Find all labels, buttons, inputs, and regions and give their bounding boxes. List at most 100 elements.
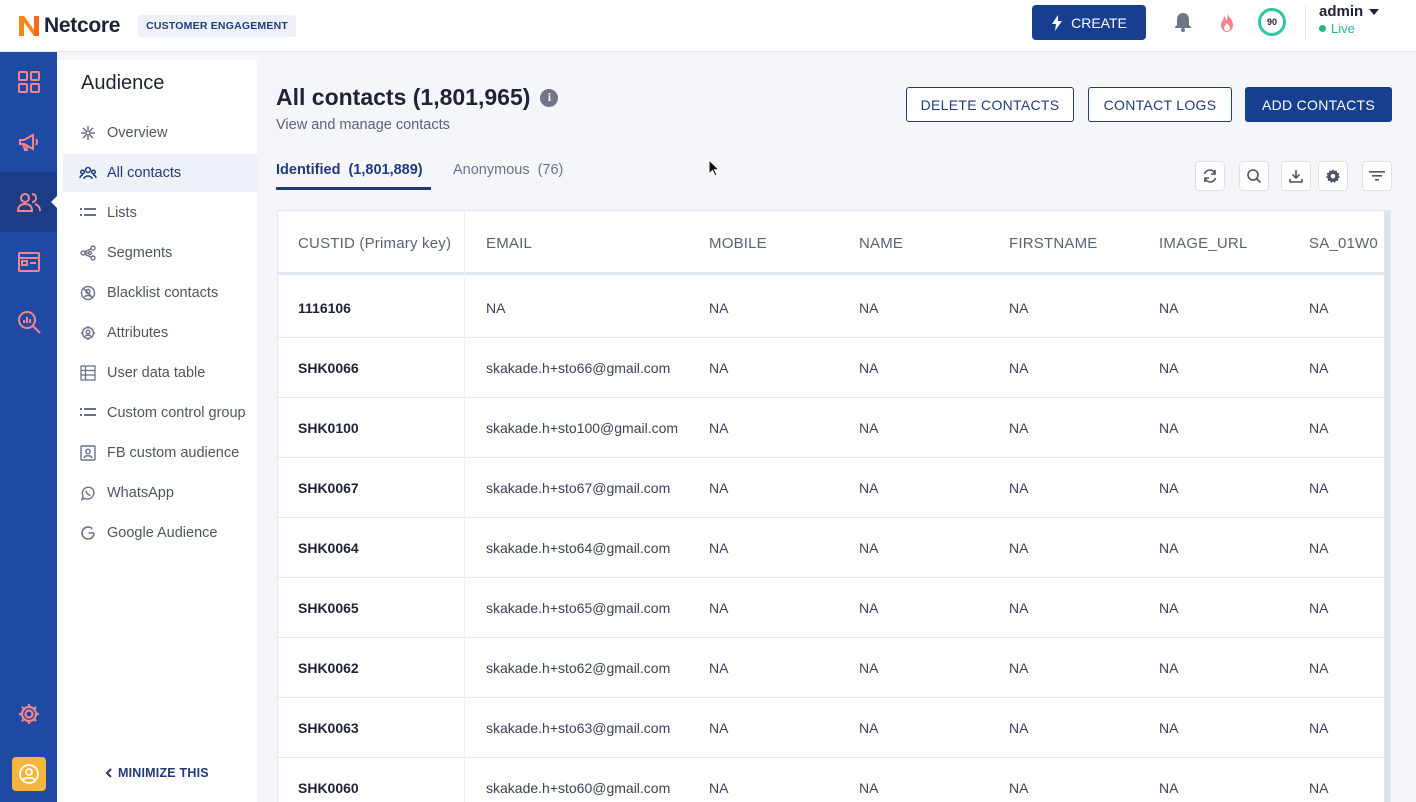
table-row[interactable]: SHK0066 skakade.h+sto66@gmail.com NA NA NA NA… <box>278 338 1386 398</box>
tab-anonymous[interactable]: Anonymous (76) <box>453 162 563 190</box>
sidebar-item-all-contacts[interactable]: All contacts <box>63 154 257 192</box>
caret-down-icon <box>1369 8 1380 15</box>
table-row[interactable]: SHK0067 skakade.h+sto67@gmail.com NA NA NA NA… <box>278 458 1386 518</box>
content-icon <box>17 252 40 272</box>
audience-sidebar: Audience Overview All contacts Lists Seg… <box>57 60 257 802</box>
table-row[interactable]: 1116106 NA NA NA NA NA NA <box>278 278 1386 338</box>
profile-avatar[interactable] <box>12 757 46 791</box>
table-row[interactable]: SHK0060 skakade.h+sto60@gmail.com NA NA NA NA… <box>278 758 1386 802</box>
table-row[interactable]: SHK0062 skakade.h+sto62@gmail.com NA NA NA NA… <box>278 638 1386 698</box>
cell-name: NA <box>859 720 879 736</box>
users-icon <box>16 193 41 212</box>
cell-name: NA <box>859 780 879 796</box>
sidebar-item-user-data-table[interactable]: User data table <box>63 354 257 392</box>
search-icon <box>1247 169 1262 184</box>
cell-image-url: NA <box>1159 420 1179 436</box>
sidebar-item-overview[interactable]: Overview <box>63 114 257 152</box>
cell-sa01w0: NA <box>1309 480 1329 496</box>
search-button[interactable] <box>1239 161 1269 191</box>
rail-audience[interactable] <box>0 172 58 232</box>
bell-icon[interactable] <box>1171 10 1195 34</box>
add-contacts-button[interactable]: ADD CONTACTS <box>1245 87 1392 122</box>
info-icon[interactable]: i <box>540 88 559 107</box>
contact-logs-button[interactable]: CONTACT LOGS <box>1088 87 1232 122</box>
sidebar-item-label: All contacts <box>107 165 182 181</box>
sidebar-item-attributes[interactable]: Attributes <box>63 314 257 352</box>
column-divider <box>464 698 465 758</box>
rail-content[interactable] <box>0 232 57 292</box>
product-badge: CUSTOMER ENGAGEMENT <box>138 14 296 37</box>
rail-campaigns[interactable] <box>0 112 57 172</box>
megaphone-icon <box>18 133 38 151</box>
column-header-mobile[interactable]: MOBILE <box>709 211 839 275</box>
cell-custid: SHK0063 <box>298 720 359 736</box>
column-divider <box>464 638 465 698</box>
column-divider <box>464 758 465 802</box>
cell-image-url: NA <box>1159 540 1179 556</box>
user-menu[interactable]: admin Live <box>1319 3 1380 36</box>
cell-mobile: NA <box>709 480 729 496</box>
column-divider <box>464 578 465 638</box>
minimize-sidebar-button[interactable]: MINIMIZE THIS <box>105 766 209 780</box>
cell-custid: SHK0064 <box>298 540 359 556</box>
top-header: Netcore CUSTOMER ENGAGEMENT CREATE 90 ad… <box>0 0 1416 52</box>
cell-custid: SHK0066 <box>298 360 359 376</box>
table-row[interactable]: SHK0065 skakade.h+sto65@gmail.com NA NA NA NA… <box>278 578 1386 638</box>
sidebar-item-lists[interactable]: Lists <box>63 194 257 232</box>
table-row[interactable]: SHK0063 skakade.h+sto63@gmail.com NA NA NA NA… <box>278 698 1386 758</box>
refresh-button[interactable] <box>1195 161 1225 191</box>
logo-text: Netcore <box>44 13 121 37</box>
lightning-icon <box>1052 14 1063 31</box>
rail-settings[interactable] <box>0 684 57 744</box>
tab-identified[interactable]: Identified (1,801,889) <box>276 162 431 190</box>
tab-count: (76) <box>537 162 564 178</box>
netcore-logo[interactable]: Netcore <box>16 13 120 39</box>
table-icon <box>79 364 97 382</box>
rail-analytics[interactable] <box>0 292 57 352</box>
column-header-sa01w0[interactable]: SA_01W0 <box>1309 211 1386 275</box>
refresh-icon <box>1203 169 1217 183</box>
sidebar-item-whatsapp[interactable]: WhatsApp <box>63 474 257 512</box>
sidebar-item-segments[interactable]: Segments <box>63 234 257 272</box>
analytics-icon <box>17 311 41 334</box>
sidebar-item-fb-custom-audience[interactable]: FB custom audience <box>63 434 257 472</box>
column-header-firstname[interactable]: FIRSTNAME <box>1009 211 1139 275</box>
cell-sa01w0: NA <box>1309 420 1329 436</box>
table-scrollbar[interactable] <box>1384 211 1390 802</box>
column-header-email[interactable]: EMAIL <box>486 211 686 275</box>
cell-email: NA <box>486 300 506 316</box>
chevron-left-icon <box>105 768 112 778</box>
filter-button[interactable] <box>1362 161 1392 191</box>
cell-name: NA <box>859 360 879 376</box>
sidebar-item-label: Custom control group <box>107 405 246 421</box>
cell-sa01w0: NA <box>1309 780 1329 796</box>
column-header-custid[interactable]: CUSTID (Primary key) <box>298 211 465 275</box>
sidebar-item-google-audience[interactable]: Google Audience <box>63 514 257 552</box>
cell-image-url: NA <box>1159 360 1179 376</box>
rail-dashboard[interactable] <box>0 52 57 112</box>
table-row[interactable]: SHK0064 skakade.h+sto64@gmail.com NA NA NA NA… <box>278 518 1386 578</box>
page-title-text: All contacts (1,801,965) <box>276 84 531 110</box>
column-divider <box>464 338 465 398</box>
cell-image-url: NA <box>1159 480 1179 496</box>
sidebar-title: Audience <box>81 72 165 94</box>
tab-label: Identified <box>276 162 341 178</box>
table-row[interactable]: SHK0100 skakade.h+sto100@gmail.com NA NA NA N… <box>278 398 1386 458</box>
column-header-name[interactable]: NAME <box>859 211 989 275</box>
sidebar-item-custom-control-group[interactable]: Custom control group <box>63 394 257 432</box>
sidebar-item-label: Segments <box>107 245 173 261</box>
cell-firstname: NA <box>1009 720 1029 736</box>
flame-icon[interactable] <box>1215 10 1239 34</box>
whatsapp-icon <box>79 484 97 502</box>
download-button[interactable] <box>1281 161 1311 191</box>
delete-contacts-button[interactable]: DELETE CONTACTS <box>906 87 1074 122</box>
column-header-image-url[interactable]: IMAGE_URL <box>1159 211 1289 275</box>
score-indicator[interactable]: 90 <box>1258 8 1286 36</box>
cell-sa01w0: NA <box>1309 600 1329 616</box>
column-settings-button[interactable] <box>1318 161 1348 191</box>
sidebar-item-blacklist[interactable]: Blacklist contacts <box>63 274 257 312</box>
create-button[interactable]: CREATE <box>1032 5 1146 40</box>
cell-name: NA <box>859 660 879 676</box>
cell-firstname: NA <box>1009 600 1029 616</box>
sidebar-item-label: Overview <box>107 125 168 141</box>
